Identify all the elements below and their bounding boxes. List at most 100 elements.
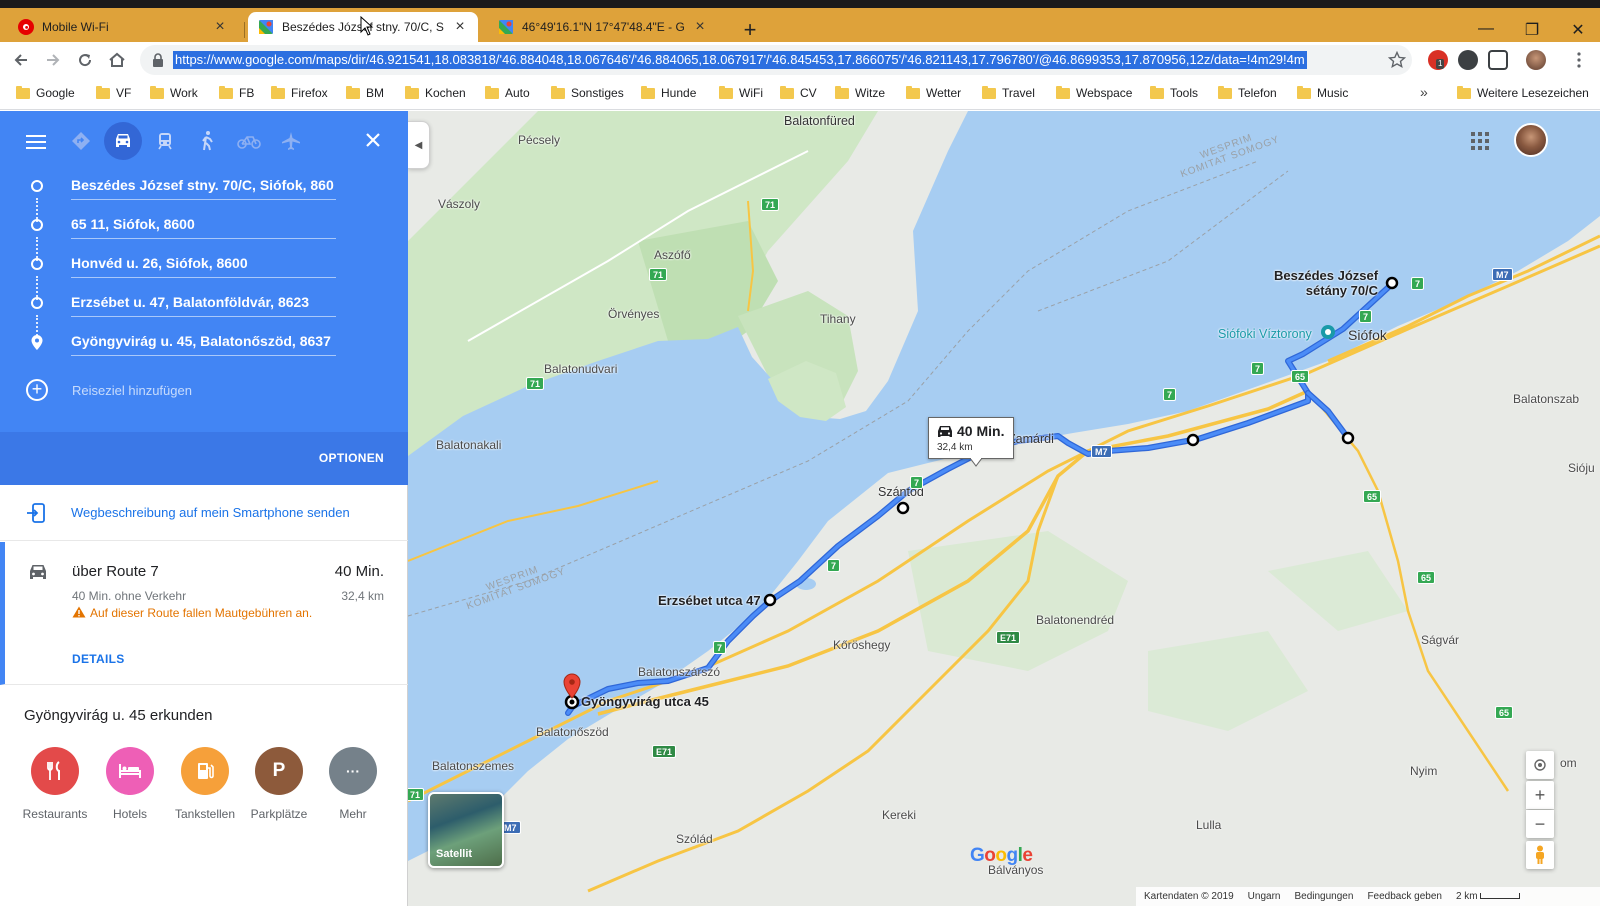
bookmark-other[interactable]: Weitere Lesezeichen [1457,85,1589,100]
category-restaurants[interactable]: Restaurants [17,747,93,821]
category-more[interactable]: ··· Mehr [315,747,391,821]
stop-row: Gyöngyvirág u. 45, Balatonőszöd, 8637 [0,323,408,363]
bookmark-webspace[interactable]: Webspace [1056,85,1132,100]
bookmarks-overflow-button[interactable]: » [1420,84,1428,100]
stop-input[interactable]: Beszédes József stny. 70/C, Siófok, 860 [71,172,336,200]
bookmark-sonstiges[interactable]: Sonstiges [551,85,624,100]
stop-input[interactable]: 65 11, Siófok, 8600 [71,211,336,239]
shield-extension-icon[interactable] [1458,50,1478,70]
region-link[interactable]: Ungarn [1248,891,1281,902]
directions-header: Beszédes József stny. 70/C, Siófok, 860 … [0,111,408,485]
bookmark-music[interactable]: Music [1297,85,1348,100]
account-avatar[interactable] [1514,123,1548,157]
stop-input[interactable]: Honvéd u. 26, Siófok, 8600 [71,250,336,278]
minimize-button[interactable]: — [1476,20,1496,38]
bookmark-telefon[interactable]: Telefon [1218,85,1277,100]
back-button[interactable] [10,49,32,71]
forward-button[interactable] [42,49,64,71]
bookmark-tools[interactable]: Tools [1150,85,1198,100]
bubble-tail [970,458,982,467]
apps-grid-icon[interactable] [1470,131,1490,151]
zoom-in-button[interactable]: + [1526,781,1554,809]
terms-link[interactable]: Bedingungen [1294,891,1353,902]
maximize-button[interactable]: ❐ [1522,20,1542,40]
mode-walk[interactable] [188,122,226,160]
category-gas-stations[interactable]: Tankstellen [167,747,243,821]
bookmark-star-icon[interactable] [1388,51,1406,69]
road-shield: 7 [1359,310,1373,323]
url-text[interactable]: https://www.google.com/maps/dir/46.92154… [173,51,1307,69]
bookmark-kochen[interactable]: Kochen [405,85,466,100]
tab-mobile-wifi[interactable]: Mobile Wi-Fi × [8,12,238,42]
stop-input[interactable]: Gyöngyvirág u. 45, Balatonőszöd, 8637 [71,328,336,356]
poi-label[interactable]: Siófoki Víztorony [1218,327,1312,341]
profile-avatar[interactable] [1526,50,1546,70]
stop-row: Honvéd u. 26, Siófok, 8600 [0,245,408,285]
mode-bicycle[interactable] [230,122,268,160]
scale-indicator[interactable]: 2 km [1456,891,1521,902]
map-canvas[interactable]: Balatonfüred Pécsely Vászoly Aszófő Örvé… [408,111,1600,906]
road-shield: 7 [1251,362,1265,375]
adblock-extension-icon[interactable]: 1 [1428,50,1448,70]
bookmark-travel[interactable]: Travel [982,85,1035,100]
mode-transit[interactable] [146,122,184,160]
bicycle-icon [237,136,261,149]
road-shield: 65 [1291,370,1310,383]
address-bar[interactable]: https://www.google.com/maps/dir/46.92154… [140,45,1412,75]
reload-button[interactable] [74,49,96,71]
close-directions-icon[interactable] [362,129,384,151]
send-to-phone-link[interactable]: Wegbeschreibung auf mein Smartphone send… [71,505,350,520]
new-tab-button[interactable]: + [738,18,762,42]
poi-marker-icon[interactable] [1320,324,1336,340]
bookmark-auto[interactable]: Auto [485,85,530,100]
satellite-toggle[interactable]: Satellit [428,792,504,868]
category-label: Parkplätze [250,807,308,821]
home-button[interactable] [106,49,128,71]
feedback-link[interactable]: Feedback geben [1367,891,1442,902]
route-info-bubble[interactable]: 40 Min. 32,4 km [928,417,1014,459]
waypoint-label-start: Beszédes József sétány 70/C [1274,268,1379,298]
location-target-icon [1534,759,1546,771]
stop-input[interactable]: Erzsébet u. 47, Balatonföldvár, 8623 [71,289,336,317]
bookmark-cv[interactable]: CV [780,85,817,100]
options-button[interactable]: OPTIONEN [319,451,384,465]
zoom-out-button[interactable]: − [1526,810,1554,838]
collapse-panel-button[interactable]: ◀ [408,121,430,169]
folder-icon [16,85,30,99]
tab-coordinates[interactable]: 46°49'16.1"N 17°47'48.4"E - Goo × [488,12,718,42]
bookmark-wifi[interactable]: WiFi [719,85,763,100]
menu-icon[interactable] [26,135,46,149]
bookmark-firefox[interactable]: Firefox [271,85,328,100]
screenshot-extension-icon[interactable] [1488,50,1508,70]
mode-best-route[interactable] [62,122,100,160]
my-location-button[interactable] [1526,751,1554,779]
mode-car[interactable] [104,122,142,160]
bookmark-wetter[interactable]: Wetter [906,85,961,100]
route-distance: 32,4 km [341,589,384,603]
add-destination-button[interactable]: + Reiseziel hinzufügen [26,379,434,403]
send-to-phone-row[interactable]: Wegbeschreibung auf mein Smartphone send… [0,485,408,541]
navigation-bar: https://www.google.com/maps/dir/46.92154… [0,42,1600,78]
options-bar: OPTIONEN [0,432,408,485]
tab-close-icon[interactable]: × [692,18,708,36]
map-place-label: Balatonszab [1513,392,1580,406]
tab-close-icon[interactable]: × [212,18,228,36]
bookmark-witze[interactable]: Witze [835,85,885,100]
route-details-button[interactable]: DETAILS [72,652,125,666]
street-view-button[interactable] [1526,841,1554,869]
bookmark-vf[interactable]: VF [96,85,131,100]
bookmark-google[interactable]: Google [16,85,75,100]
tab-close-icon[interactable]: × [452,18,468,36]
category-parking[interactable]: P Parkplätze [241,747,317,821]
route-option-card[interactable]: über Route 7 40 Min. 40 Min. ohne Verkeh… [0,542,408,685]
bookmark-bm[interactable]: BM [346,85,384,100]
bookmark-work[interactable]: Work [150,85,198,100]
chrome-menu-button[interactable] [1568,49,1590,71]
category-hotels[interactable]: Hotels [92,747,168,821]
mode-flight[interactable] [272,122,310,160]
close-window-button[interactable]: ✕ [1568,20,1588,40]
arrow-right-icon [47,54,60,66]
bookmark-hunde[interactable]: Hunde [641,85,696,100]
bookmark-fb[interactable]: FB [219,85,254,100]
home-icon [109,52,125,67]
